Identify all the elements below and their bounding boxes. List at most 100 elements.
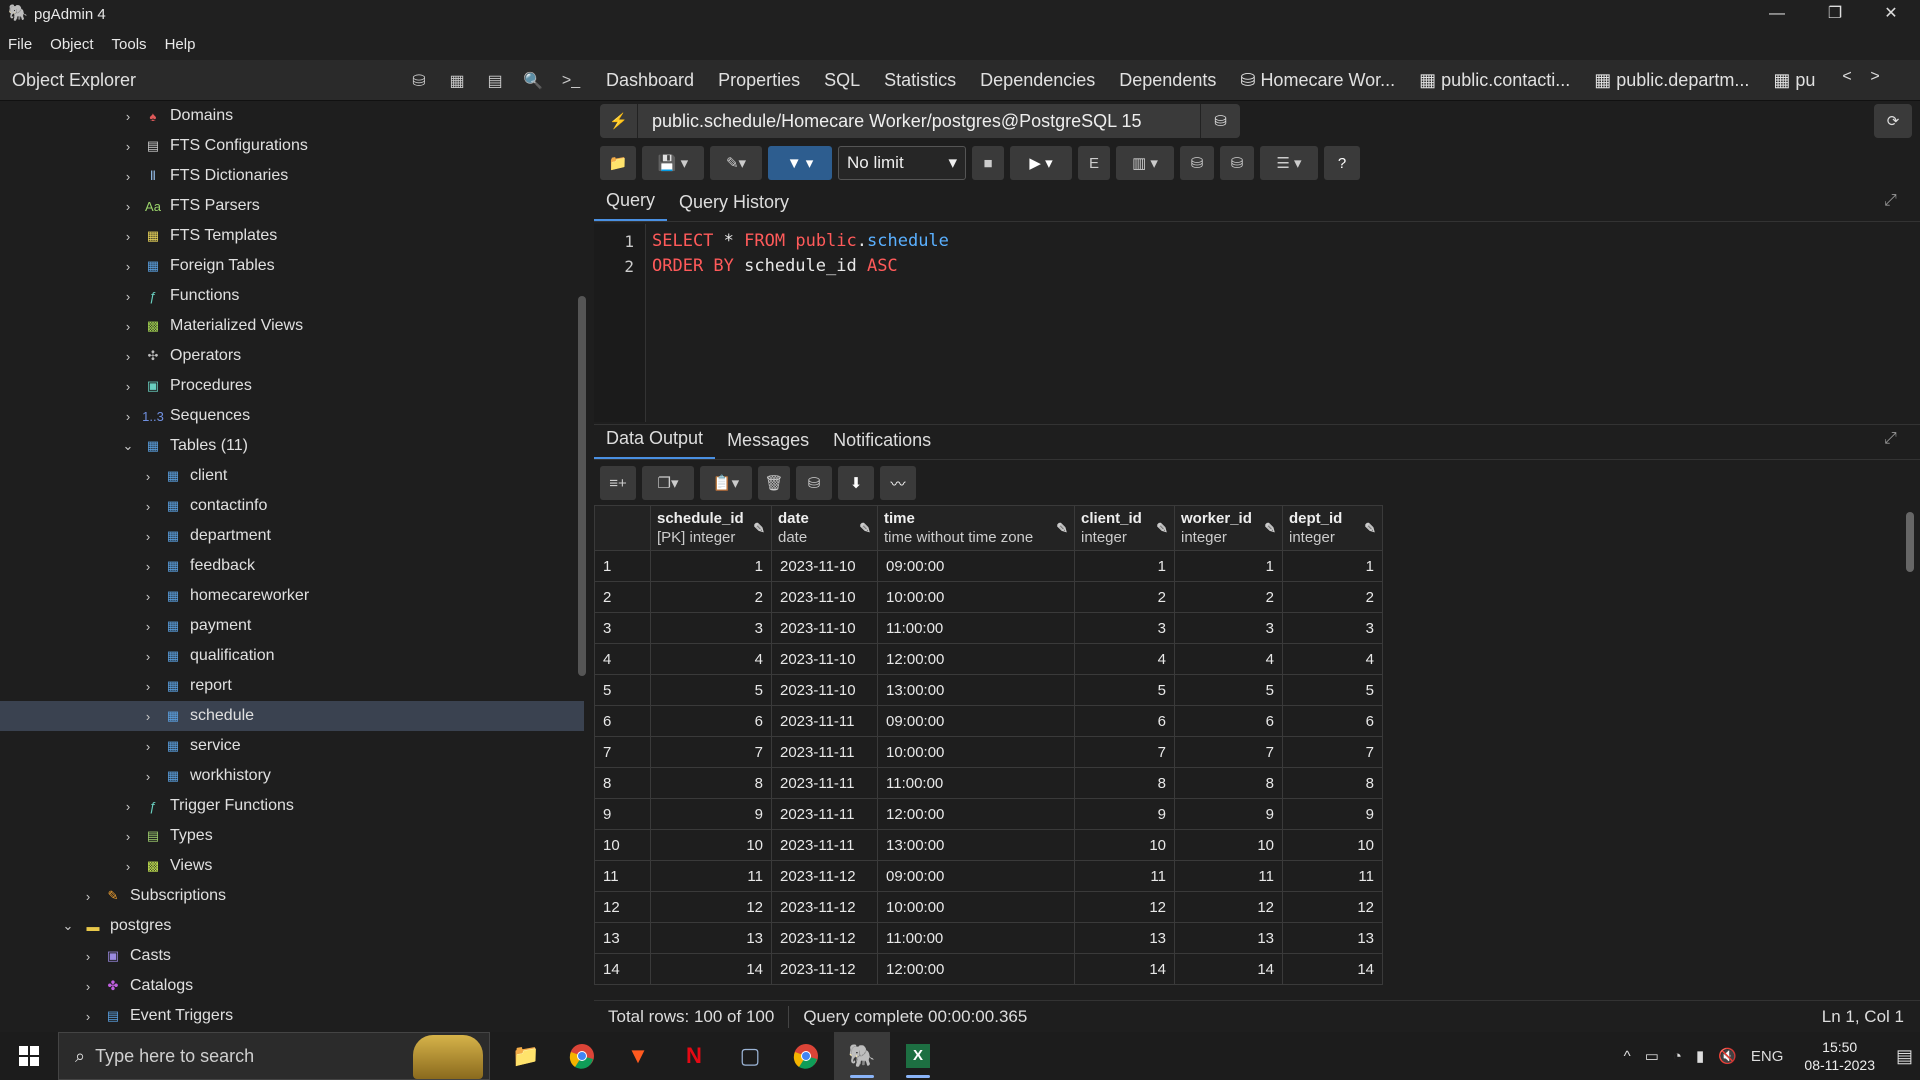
- table-row[interactable]: 10 10 2023-11-11 13:00:00 10 10 10: [594, 829, 1383, 861]
- table-cell[interactable]: 13: [650, 922, 772, 954]
- row-number-cell[interactable]: 4: [594, 643, 651, 675]
- file-explorer-icon[interactable]: 📁: [498, 1032, 554, 1080]
- table-cell[interactable]: 2023-11-11: [771, 736, 878, 768]
- table-cell[interactable]: 3: [1074, 612, 1175, 644]
- tree-item-fts-templates[interactable]: › ▦ FTS Templates: [0, 221, 584, 251]
- table-cell[interactable]: 5: [1174, 674, 1283, 706]
- open-file-button[interactable]: 📁: [600, 146, 636, 180]
- macros-button[interactable]: ☰ ▾: [1260, 146, 1318, 180]
- table-cell[interactable]: 6: [1174, 705, 1283, 737]
- table-cell[interactable]: 1: [1074, 550, 1175, 582]
- tree-item-catalogs[interactable]: › ✤ Catalogs: [0, 971, 584, 1001]
- table-row[interactable]: 3 3 2023-11-10 11:00:00 3 3 3: [594, 612, 1383, 644]
- table-cell[interactable]: 5: [1282, 674, 1383, 706]
- paste-button[interactable]: 📋▾: [700, 466, 752, 500]
- rollback-button[interactable]: ⛁: [1220, 146, 1254, 180]
- battery-icon[interactable]: ▮: [1696, 1047, 1704, 1065]
- tree-item-service[interactable]: › ▦ service: [0, 731, 584, 761]
- table-row[interactable]: 7 7 2023-11-11 10:00:00 7 7 7: [594, 736, 1383, 768]
- tab-dependencies[interactable]: Dependencies: [980, 70, 1095, 91]
- row-number-cell[interactable]: 5: [594, 674, 651, 706]
- table-cell[interactable]: 4: [1174, 643, 1283, 675]
- edit-pencil-icon[interactable]: ✎: [1364, 520, 1376, 537]
- connection-label[interactable]: public.schedule/Homecare Worker/postgres…: [652, 111, 1200, 132]
- table-cell[interactable]: 3: [1174, 612, 1283, 644]
- table-cell[interactable]: 09:00:00: [877, 860, 1075, 892]
- table-cell[interactable]: 2023-11-10: [771, 612, 878, 644]
- table-cell[interactable]: 6: [1282, 705, 1383, 737]
- chevron-right-icon[interactable]: ›: [118, 139, 138, 154]
- row-number-cell[interactable]: 13: [594, 922, 651, 954]
- tree-item-tables-11[interactable]: ⌄ ▦ Tables (11): [0, 431, 584, 461]
- table-cell[interactable]: 13: [1174, 922, 1283, 954]
- row-number-cell[interactable]: 11: [594, 860, 651, 892]
- search-icon[interactable]: 🔍: [518, 66, 548, 96]
- tree-item-foreign-tables[interactable]: › ▦ Foreign Tables: [0, 251, 584, 281]
- tree-item-procedures[interactable]: › ▣ Procedures: [0, 371, 584, 401]
- volume-muted-icon[interactable]: 🔇: [1718, 1047, 1737, 1065]
- table-row[interactable]: 11 11 2023-11-12 09:00:00 11 11 11: [594, 860, 1383, 892]
- edit-pencil-icon[interactable]: ✎: [1264, 520, 1276, 537]
- chevron-right-icon[interactable]: ›: [118, 349, 138, 364]
- restore-button[interactable]: ❐: [1806, 0, 1864, 28]
- menu-object[interactable]: Object: [50, 36, 93, 53]
- row-number-cell[interactable]: 12: [594, 891, 651, 923]
- table-cell[interactable]: 2: [1174, 581, 1283, 613]
- table-row[interactable]: 13 13 2023-11-12 11:00:00 13 13 13: [594, 922, 1383, 954]
- table-row[interactable]: 6 6 2023-11-11 09:00:00 6 6 6: [594, 705, 1383, 737]
- table-cell[interactable]: 11:00:00: [877, 922, 1075, 954]
- row-number-cell[interactable]: 10: [594, 829, 651, 861]
- table-cell[interactable]: 2023-11-10: [771, 550, 878, 582]
- tree-item-department[interactable]: › ▦ department: [0, 521, 584, 551]
- table-cell[interactable]: 13: [1074, 922, 1175, 954]
- tree-item-feedback[interactable]: › ▦ feedback: [0, 551, 584, 581]
- chevron-right-icon[interactable]: ›: [138, 529, 158, 544]
- explain-analyze-button[interactable]: ▥ ▾: [1116, 146, 1174, 180]
- chevron-right-icon[interactable]: ›: [138, 499, 158, 514]
- chevron-right-icon[interactable]: ›: [138, 739, 158, 754]
- chevron-down-icon[interactable]: ⌄: [58, 918, 78, 934]
- tree-item-workhistory[interactable]: › ▦ workhistory: [0, 761, 584, 791]
- table-cell[interactable]: 11: [1074, 860, 1175, 892]
- grid-scrollbar[interactable]: [1906, 512, 1914, 572]
- tree-item-fts-dictionaries[interactable]: › Ⅱ FTS Dictionaries: [0, 161, 584, 191]
- excel-icon[interactable]: X: [890, 1032, 946, 1080]
- chevron-up-icon[interactable]: ^: [1624, 1048, 1631, 1065]
- table-cell[interactable]: 3: [1282, 612, 1383, 644]
- chevron-right-icon[interactable]: ›: [78, 949, 98, 964]
- chevron-right-icon[interactable]: ›: [138, 469, 158, 484]
- chevron-right-icon[interactable]: ›: [118, 109, 138, 124]
- table-cell[interactable]: 7: [1282, 736, 1383, 768]
- expand-editor-icon[interactable]: ⤢: [1884, 192, 1897, 210]
- tree-item-qualification[interactable]: › ▦ qualification: [0, 641, 584, 671]
- chevron-right-icon[interactable]: ›: [118, 379, 138, 394]
- table-cell[interactable]: 10: [1074, 829, 1175, 861]
- help-icon[interactable]: ?: [1324, 146, 1360, 180]
- table-cell[interactable]: 2023-11-12: [771, 953, 878, 985]
- table-cell[interactable]: 2023-11-12: [771, 922, 878, 954]
- table-cell[interactable]: 10: [1174, 829, 1283, 861]
- table-cell[interactable]: 12:00:00: [877, 643, 1075, 675]
- column-header-worker-id[interactable]: worker_id integer ✎: [1174, 505, 1283, 551]
- chrome-icon[interactable]: [554, 1032, 610, 1080]
- table-cell[interactable]: 9: [650, 798, 772, 830]
- edit-pencil-icon[interactable]: ✎: [1056, 520, 1068, 537]
- table-cell[interactable]: 6: [1074, 705, 1175, 737]
- chevron-right-icon[interactable]: ›: [78, 1009, 98, 1024]
- table-cell[interactable]: 14: [650, 953, 772, 985]
- table-cell[interactable]: 13:00:00: [877, 674, 1075, 706]
- tab-public-truncated[interactable]: ▦ pu: [1773, 70, 1815, 91]
- table-cell[interactable]: 1: [650, 550, 772, 582]
- table-cell[interactable]: 11:00:00: [877, 767, 1075, 799]
- tree-item-materialized-views[interactable]: › ▩ Materialized Views: [0, 311, 584, 341]
- connection-status-icon[interactable]: ⚡: [600, 104, 638, 138]
- refresh-icon[interactable]: ⟳: [1874, 104, 1912, 138]
- table-row[interactable]: 5 5 2023-11-10 13:00:00 5 5 5: [594, 674, 1383, 706]
- table-row[interactable]: 8 8 2023-11-11 11:00:00 8 8 8: [594, 767, 1383, 799]
- row-number-cell[interactable]: 6: [594, 705, 651, 737]
- table-cell[interactable]: 2: [1282, 581, 1383, 613]
- photos-icon[interactable]: ▢: [722, 1032, 778, 1080]
- tree-item-payment[interactable]: › ▦ payment: [0, 611, 584, 641]
- chevron-right-icon[interactable]: ›: [138, 559, 158, 574]
- table-cell[interactable]: 12:00:00: [877, 953, 1075, 985]
